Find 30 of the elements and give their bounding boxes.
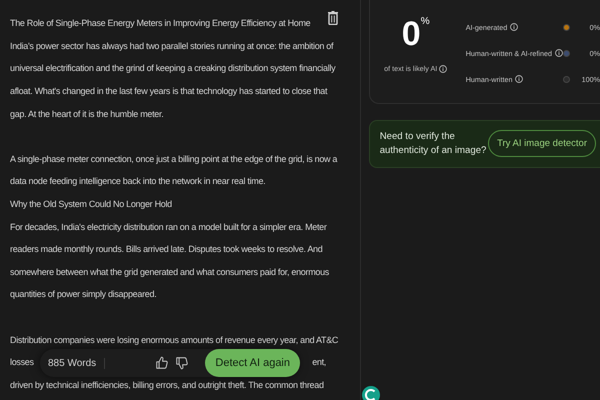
- info-icon[interactable]: [515, 75, 524, 83]
- text-line: Why the Old System Could No Longer Hold: [10, 199, 172, 210]
- text-line: readers made monthly rounds. Bills arrived late. Disputes took weeks to resolve. And: [10, 244, 322, 254]
- score-unit: %: [420, 16, 430, 27]
- text-line: ent,: [312, 357, 326, 368]
- thumbs-up-icon[interactable]: [155, 356, 170, 370]
- word-count: 885 Words: [48, 358, 106, 368]
- info-icon[interactable]: [439, 64, 448, 72]
- text-line: India's power sector has always had two parallel stories running at once: the ambition of: [10, 40, 334, 51]
- text-line: quantities of power simply disappeared.: [10, 289, 156, 300]
- text-line: Distribution companies were losing enormous amounts of revenue every year, and AT&C: [10, 334, 338, 345]
- image-detector-button[interactable]: Try AI image detector: [488, 130, 596, 158]
- assistant-icon[interactable]: [362, 386, 380, 400]
- thumbs-down-icon[interactable]: [175, 356, 190, 370]
- info-icon[interactable]: [555, 49, 563, 57]
- text-line: losses: [10, 357, 34, 368]
- text-line: afloat. What's changed in the last few years is that technology has started to close that: [10, 86, 328, 96]
- promo-text: Need to verify the authenticity of an image?: [380, 130, 488, 158]
- text-line: universal electrification and the grind of keeping a creaking distribution system financially: [10, 63, 336, 74]
- text-line: A single-phase meter connection, once just a billing point at the edge of the grid, is now a: [10, 154, 338, 164]
- text-line: somewhere between what the grid generated and what consumers paid for, enormous: [10, 266, 330, 277]
- trash-icon[interactable]: [328, 11, 338, 25]
- score-value: 0: [402, 14, 421, 54]
- text-line: For decades, India's electricity distribution ran on a model built for a simpler era. Meter: [10, 222, 327, 232]
- text-line: driven by technical inefficiencies, billing errors, and outright theft. The common thread: [10, 380, 324, 390]
- text-line: The Role of Single-Phase Energy Meters in Improving Energy Efficiency at Home: [10, 18, 310, 28]
- info-icon[interactable]: [510, 23, 518, 31]
- text-line: gap. At the heart of it is the humble meter.: [10, 108, 164, 119]
- text-line: data node feeding intelligence back into the network in near real time.: [10, 176, 266, 186]
- detect-button[interactable]: Detect AI again: [205, 349, 300, 377]
